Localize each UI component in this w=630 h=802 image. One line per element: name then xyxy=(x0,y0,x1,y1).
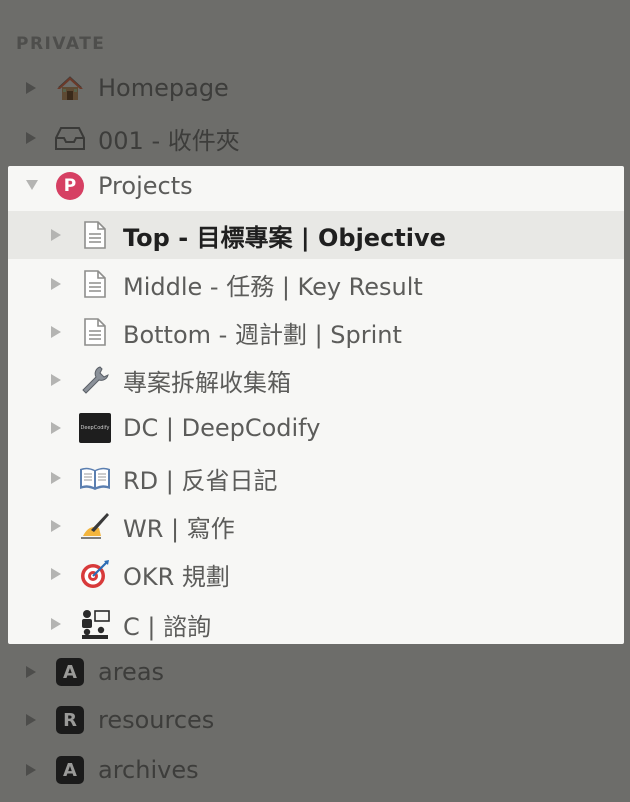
letter-badge-icon: A xyxy=(54,656,86,688)
target-dart-icon xyxy=(79,558,111,590)
writing-hand-icon xyxy=(79,510,111,542)
sidebar-item-project-breakdown[interactable]: 專案拆解收集箱 xyxy=(0,356,630,404)
sidebar-item-label: DC | DeepCodify xyxy=(123,414,321,442)
sidebar-item-resources[interactable]: R resources xyxy=(0,696,630,744)
expand-arrow-icon[interactable] xyxy=(50,471,62,485)
expand-arrow-icon[interactable] xyxy=(50,373,62,387)
expand-arrow-icon[interactable] xyxy=(50,617,62,631)
sidebar-item-top-objective[interactable]: Top - 目標專案 | Objective xyxy=(8,211,624,259)
sidebar-item-writing[interactable]: WR | 寫作 xyxy=(0,502,630,550)
sidebar-item-label: RD | 反省日記 xyxy=(123,466,278,495)
deepcodify-logo-icon: DeepCodify xyxy=(79,412,111,444)
sidebar-item-label: areas xyxy=(98,658,165,686)
expand-arrow-icon[interactable] xyxy=(25,665,37,679)
expand-arrow-icon[interactable] xyxy=(50,567,62,581)
sidebar-item-label: 專案拆解收集箱 xyxy=(123,368,291,397)
letter-badge-icon: R xyxy=(54,704,86,736)
sidebar-item-middle-key-result[interactable]: Middle - 任務 | Key Result xyxy=(0,260,630,308)
sidebar-item-label: resources xyxy=(98,706,215,734)
sidebar-item-label: Projects xyxy=(98,172,193,200)
expand-arrow-icon[interactable] xyxy=(50,228,62,242)
expand-arrow-icon[interactable] xyxy=(50,519,62,533)
sidebar-item-label: Top - 目標專案 | Objective xyxy=(123,223,446,252)
sidebar-item-deepcodify[interactable]: DeepCodify DC | DeepCodify xyxy=(0,404,630,452)
section-label-private: PRIVATE xyxy=(16,34,106,54)
sidebar-item-archives[interactable]: A archives xyxy=(0,746,630,794)
sidebar-item-label: WR | 寫作 xyxy=(123,514,235,543)
document-icon xyxy=(79,219,111,251)
expand-arrow-icon[interactable] xyxy=(25,713,37,727)
open-book-icon xyxy=(79,462,111,494)
sidebar-item-projects[interactable]: P Projects xyxy=(0,162,630,210)
expand-arrow-icon[interactable] xyxy=(25,81,37,95)
document-icon xyxy=(79,268,111,300)
sidebar-item-label: C | 諮詢 xyxy=(123,612,212,641)
collapse-arrow-icon[interactable] xyxy=(25,179,38,193)
sidebar-item-reflection-diary[interactable]: RD | 反省日記 xyxy=(0,454,630,502)
sidebar-item-label: Homepage xyxy=(98,74,229,102)
house-icon xyxy=(54,72,86,104)
expand-arrow-icon[interactable] xyxy=(50,421,62,435)
expand-arrow-icon[interactable] xyxy=(25,763,37,777)
expand-arrow-icon[interactable] xyxy=(50,325,62,339)
sidebar-item-label: Middle - 任務 | Key Result xyxy=(123,272,423,301)
people-consulting-icon xyxy=(79,608,111,640)
sidebar-item-label: OKR 規劃 xyxy=(123,562,230,591)
sidebar-item-bottom-sprint[interactable]: Bottom - 週計劃 | Sprint xyxy=(0,308,630,356)
expand-arrow-icon[interactable] xyxy=(50,277,62,291)
sidebar-item-label: Bottom - 週計劃 | Sprint xyxy=(123,320,402,349)
letter-badge-icon: A xyxy=(54,754,86,786)
sidebar-item-areas[interactable]: A areas xyxy=(0,648,630,696)
wrench-icon xyxy=(79,364,111,396)
sidebar-item-label: 001 - 收件夾 xyxy=(98,126,240,155)
expand-arrow-icon[interactable] xyxy=(25,131,37,145)
sidebar-item-label: archives xyxy=(98,756,199,784)
sidebar-item-inbox[interactable]: 001 - 收件夾 xyxy=(0,114,630,162)
document-icon xyxy=(79,316,111,348)
sidebar-item-consulting[interactable]: C | 諮詢 xyxy=(0,600,630,648)
sidebar-item-okr-planning[interactable]: OKR 規劃 xyxy=(0,550,630,598)
inbox-tray-icon xyxy=(54,122,86,154)
sidebar-item-homepage[interactable]: Homepage xyxy=(0,64,630,112)
projects-badge-icon: P xyxy=(54,170,86,202)
